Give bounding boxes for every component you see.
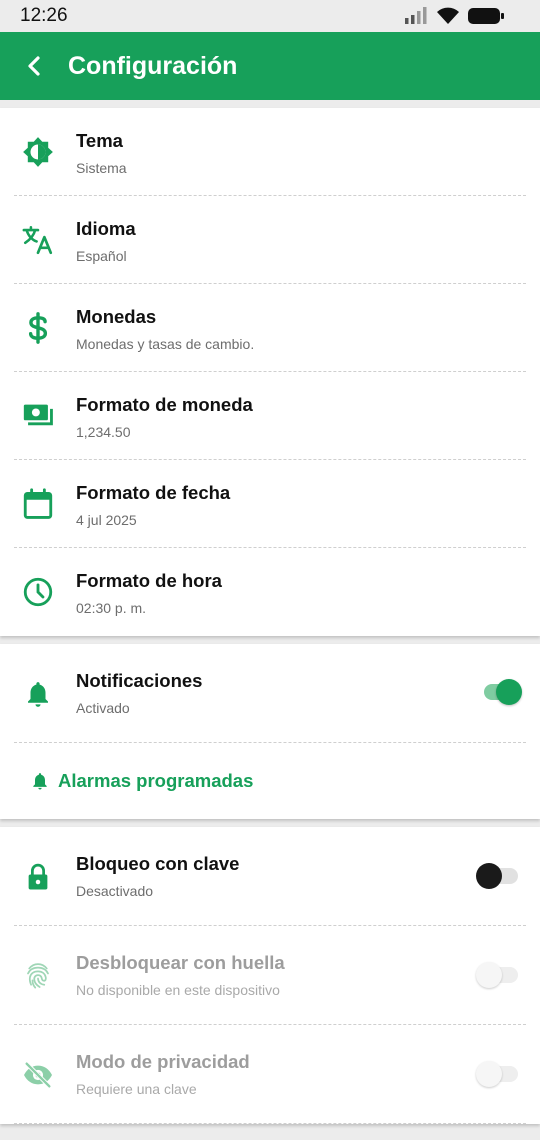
setting-value: Activado	[76, 700, 130, 716]
setting-date-format[interactable]: Formato de fecha 4 jul 2025	[0, 460, 540, 548]
status-bar: 12:26	[0, 0, 540, 32]
password-lock-toggle[interactable]	[476, 862, 522, 890]
setting-currencies[interactable]: Monedas Monedas y tasas de cambio.	[0, 284, 540, 372]
setting-title: Formato de fecha	[76, 482, 231, 503]
divider	[14, 1123, 526, 1124]
back-button[interactable]	[0, 32, 68, 100]
calendar-icon	[23, 488, 53, 519]
setting-privacy-mode: Modo de privacidad Requiere una clave	[0, 1025, 540, 1124]
clock-icon	[23, 577, 53, 607]
page-title: Configuración	[68, 51, 238, 80]
setting-value: Sistema	[76, 160, 127, 176]
setting-title: Modo de privacidad	[76, 1051, 250, 1072]
setting-notifications[interactable]: Notificaciones Activado	[0, 644, 540, 743]
security-card: Bloqueo con clave Desactivado Desbloquea…	[0, 827, 540, 1124]
setting-password-lock[interactable]: Bloqueo con clave Desactivado	[0, 827, 540, 926]
setting-fingerprint-unlock: Desbloquear con huella No disponible en …	[0, 926, 540, 1025]
battery-icon	[468, 8, 504, 24]
setting-title: Tema	[76, 130, 123, 151]
setting-title: Bloqueo con clave	[76, 853, 240, 874]
fingerprint-toggle	[476, 961, 522, 989]
setting-value: 02:30 p. m.	[76, 600, 147, 616]
setting-value: 1,234.50	[76, 424, 131, 440]
setting-title: Idioma	[76, 218, 136, 239]
bell-icon	[33, 773, 47, 790]
dollar-icon	[28, 312, 48, 344]
scheduled-alarms-link[interactable]: Alarmas programadas	[0, 743, 540, 819]
setting-title: Desbloquear con huella	[76, 952, 285, 973]
setting-title: Monedas	[76, 306, 157, 327]
setting-language[interactable]: Idioma Español	[0, 196, 540, 284]
setting-value: 4 jul 2025	[76, 512, 137, 528]
divider	[14, 742, 526, 743]
setting-value: Español	[76, 248, 127, 264]
status-icons	[404, 7, 504, 25]
lock-icon	[28, 863, 48, 889]
setting-title: Formato de hora	[76, 570, 222, 591]
signal-icon	[405, 7, 427, 24]
wifi-icon	[437, 7, 459, 24]
theme-icon	[23, 137, 53, 167]
bell-icon	[28, 681, 48, 707]
notifications-toggle[interactable]	[476, 678, 522, 706]
cash-icon	[23, 404, 53, 426]
privacy-mode-toggle	[476, 1060, 522, 1088]
eye-off-icon	[24, 1061, 52, 1088]
general-settings-card: Tema Sistema Idioma Español Monedas Mone…	[0, 108, 540, 636]
setting-title: Formato de moneda	[76, 394, 253, 415]
setting-title: Notificaciones	[76, 670, 203, 691]
setting-theme[interactable]: Tema Sistema	[0, 108, 540, 196]
notifications-card: Notificaciones Activado Alarmas programa…	[0, 644, 540, 819]
setting-time-format[interactable]: Formato de hora 02:30 p. m.	[0, 548, 540, 636]
scheduled-alarms-label: Alarmas programadas	[58, 770, 254, 791]
fingerprint-icon	[27, 962, 49, 988]
chevron-left-icon	[28, 56, 40, 76]
setting-value: No disponible en este dispositivo	[76, 982, 280, 998]
status-time: 12:26	[20, 5, 68, 26]
setting-value: Monedas y tasas de cambio.	[76, 336, 255, 352]
translate-icon	[22, 225, 53, 255]
setting-value: Desactivado	[76, 883, 154, 899]
app-bar: Configuración	[0, 32, 540, 100]
setting-value: Requiere una clave	[76, 1081, 197, 1097]
setting-currency-format[interactable]: Formato de moneda 1,234.50	[0, 372, 540, 460]
